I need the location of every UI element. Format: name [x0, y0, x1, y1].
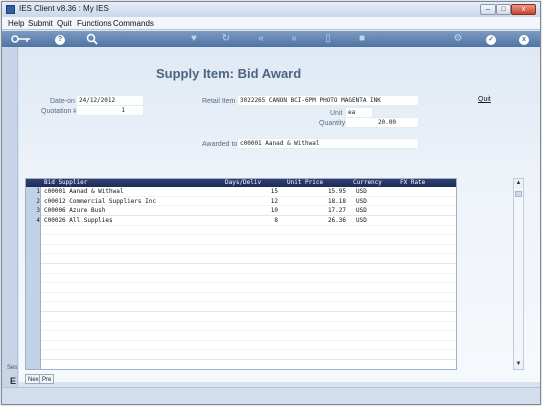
minimize-button[interactable]: –	[480, 4, 496, 15]
heart-icon[interactable]: ♥	[186, 32, 202, 46]
price-cell[interactable]: 18.18	[304, 197, 346, 206]
fast-forward-icon[interactable]: »	[286, 32, 302, 46]
supplier-cell[interactable]: C00006 Azure Bush	[44, 206, 105, 215]
app-icon	[6, 5, 15, 14]
col-bid-supplier[interactable]: Bid Supplier	[44, 179, 87, 187]
side-glyph-icon: E	[10, 376, 17, 386]
menu-bar: Help Submit Quit Functions Commands	[2, 17, 540, 30]
currency-cell[interactable]: USD	[356, 206, 367, 215]
menu-submit[interactable]: Submit	[28, 19, 53, 28]
price-cell[interactable]: 15.95	[304, 187, 346, 196]
bid-grid: Bid Supplier Days/Deliv Unit Price Curre…	[25, 178, 457, 370]
currency-cell[interactable]: USD	[356, 187, 367, 196]
row-number: 3	[36, 207, 40, 215]
table-row[interactable]: 3 C00006 Azure Bush 10 17.27 USD	[26, 206, 456, 215]
check-icon[interactable]: ✓	[483, 32, 499, 46]
table-row[interactable]: 2 c00012 Commercial Suppliers Inc 12 18.…	[26, 197, 456, 206]
stop-icon[interactable]: ■	[354, 32, 370, 46]
date-on-label: Date-on	[50, 98, 75, 105]
menu-functions[interactable]: Functions	[77, 19, 112, 28]
row-number: 4	[36, 216, 40, 224]
key-icon[interactable]	[10, 32, 32, 46]
grid-header: Bid Supplier Days/Deliv Unit Price Curre…	[26, 179, 456, 187]
side-label: Ses	[7, 365, 18, 371]
days-cell[interactable]: 15	[236, 187, 278, 196]
refresh-icon[interactable]: ↻	[218, 32, 234, 46]
table-row[interactable]: 4 C00026 All Supplies 8 26.36 USD	[26, 216, 456, 225]
settings-icon[interactable]: ⚙	[450, 32, 466, 46]
left-sidebar-strip	[2, 47, 18, 387]
rewind-icon[interactable]: «	[253, 32, 269, 46]
toolbar: ? ♥ ↻ « » ▯ ■ ⚙ ✓ x	[2, 31, 540, 47]
days-cell[interactable]: 10	[236, 206, 278, 215]
days-cell[interactable]: 8	[236, 216, 278, 225]
awarded-to-field[interactable]: c00001 Aanad & Withwal	[237, 138, 419, 149]
retail-item-field[interactable]: 3022265 CANON BCI-6PM PHOTO MAGENTA INK	[237, 95, 419, 106]
tab-prev[interactable]: Pre	[39, 374, 55, 384]
quotation-field[interactable]: 1	[76, 105, 144, 116]
row-number: 2	[36, 197, 40, 205]
menu-commands[interactable]: Commands	[113, 19, 154, 28]
app-window: IES Client v8.36 : My IES – □ x Help Sub…	[1, 1, 541, 405]
awarded-to-label: Awarded to	[202, 141, 238, 148]
window-title: IES Client v8.36 : My IES	[19, 4, 109, 13]
quit-link[interactable]: Quit	[478, 96, 491, 103]
quantity-label: Quantity	[319, 120, 346, 127]
quantity-field[interactable]: 20.00	[345, 117, 419, 128]
grid-scrollbar[interactable]: ▲ ▼	[513, 178, 524, 370]
maximize-button[interactable]: □	[496, 4, 511, 15]
currency-cell[interactable]: USD	[356, 197, 367, 206]
close-icon[interactable]: x	[516, 32, 532, 46]
col-fx-rate[interactable]: FX Rate	[400, 179, 425, 187]
supplier-cell[interactable]: c00012 Commercial Suppliers Inc	[44, 197, 156, 206]
days-cell[interactable]: 12	[236, 197, 278, 206]
scroll-thumb[interactable]	[515, 191, 522, 197]
col-days-deliv[interactable]: Days/Deliv	[225, 179, 261, 187]
close-window-button[interactable]: x	[511, 4, 536, 15]
record-tabs: Nex Pre	[19, 374, 59, 384]
status-bar	[2, 387, 540, 404]
menu-quit[interactable]: Quit	[57, 19, 72, 28]
menu-help[interactable]: Help	[8, 19, 24, 28]
page-title: Supply Item: Bid Award	[156, 66, 302, 81]
title-bar: IES Client v8.36 : My IES – □ x	[2, 2, 540, 17]
col-currency[interactable]: Currency	[353, 179, 382, 187]
quotation-label: Quotation #	[41, 108, 78, 115]
scroll-up-icon[interactable]: ▲	[514, 179, 523, 188]
form-content: Supply Item: Bid Award Quit Date-on 24/1…	[19, 47, 540, 382]
currency-cell[interactable]: USD	[356, 216, 367, 225]
price-cell[interactable]: 17.27	[304, 206, 346, 215]
bookmark-icon[interactable]: ▯	[320, 32, 336, 46]
supplier-cell[interactable]: C00026 All Supplies	[44, 216, 113, 225]
col-unit-price[interactable]: Unit Price	[287, 179, 323, 187]
retail-item-label: Retail Item	[202, 98, 236, 105]
unit-label: Unit	[330, 110, 343, 117]
table-row[interactable]: 1 c00001 Aanad & Withwal 15 15.95 USD	[26, 187, 456, 196]
row-number: 1	[36, 188, 40, 195]
help-icon[interactable]: ?	[52, 32, 68, 46]
search-icon[interactable]	[84, 32, 100, 46]
supplier-cell[interactable]: c00001 Aanad & Withwal	[44, 187, 123, 196]
scroll-down-icon[interactable]: ▼	[514, 360, 523, 369]
price-cell[interactable]: 26.36	[304, 216, 346, 225]
